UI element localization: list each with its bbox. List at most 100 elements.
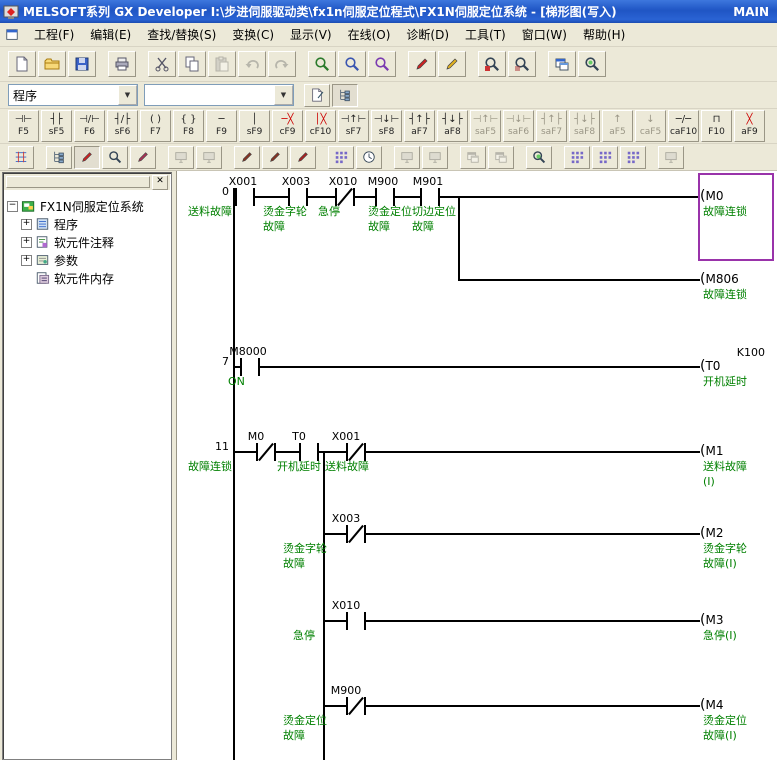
panel-drag-handle[interactable] [6, 176, 150, 188]
open-window-1-button [460, 146, 486, 169]
parallel-falling-pulse-button[interactable]: ┤↓├aF8 [437, 110, 468, 142]
menu-edit[interactable]: 编辑(E) [82, 24, 139, 45]
expand-icon[interactable]: + [21, 219, 32, 230]
copy-button[interactable] [178, 51, 206, 77]
horizontal-line-button[interactable]: ─F9 [206, 110, 237, 142]
zoom-monitor-start-button[interactable] [478, 51, 506, 77]
zoom-monitor-stop-button[interactable] [508, 51, 536, 77]
delete-horizontal-line-button[interactable]: ─╳cF9 [272, 110, 303, 142]
device-test-button[interactable] [620, 146, 646, 169]
menu-window[interactable]: 窗口(W) [514, 24, 575, 45]
parallel-rising-pulse-button[interactable]: ┤↑├aF7 [404, 110, 435, 142]
find-contact-coil-button[interactable] [102, 146, 128, 169]
expand-icon[interactable]: + [21, 237, 32, 248]
panel-close-button[interactable]: ✕ [152, 175, 168, 190]
monitor-stop-button [196, 146, 222, 169]
vertical-line-button[interactable]: │sF9 [239, 110, 270, 142]
contact-m0-nc[interactable] [256, 443, 276, 461]
contact-x010[interactable] [346, 612, 366, 630]
coil-m0[interactable]: (M0 [700, 188, 723, 204]
ladder-write-mode-button[interactable] [408, 51, 436, 77]
parallel-open-contact-button[interactable]: ┤├sF5 [41, 110, 72, 142]
collapse-icon[interactable]: − [7, 201, 18, 212]
cut-button[interactable] [148, 51, 176, 77]
coil-m806[interactable]: (M806 [700, 271, 739, 287]
contact-m900-nc[interactable] [346, 697, 366, 715]
contact-x001[interactable] [235, 188, 255, 206]
ladder-editor[interactable]: 0 X001 送料故障 X003 烫金字轮 故障 X010 急停 M900 烫金… [176, 171, 777, 760]
menu-convert[interactable]: 变换(C) [224, 24, 282, 45]
coil-t0[interactable]: (T0 [700, 358, 720, 374]
coil-m4[interactable]: (M4 [700, 697, 723, 713]
data-kind-combo[interactable]: 程序 ▼ [8, 84, 138, 106]
ladder-wire [323, 705, 700, 707]
print-button[interactable] [108, 51, 136, 77]
menu-view[interactable]: 显示(V) [282, 24, 340, 45]
coil-m1[interactable]: (M1 [700, 443, 723, 459]
program-check-button[interactable] [304, 84, 330, 107]
menu-diagnostics[interactable]: 诊断(D) [398, 24, 457, 45]
entry-data-monitor-button[interactable] [526, 146, 552, 169]
ladder-wire [458, 196, 460, 281]
chevron-down-icon[interactable]: ▼ [274, 85, 293, 105]
ladder-view-button[interactable] [8, 146, 34, 169]
mdi-child-icon[interactable] [4, 28, 20, 42]
comment-display-button[interactable] [74, 146, 100, 169]
coil-m3[interactable]: (M3 [700, 612, 723, 628]
draw-line-button[interactable]: ⊓F10 [701, 110, 732, 142]
project-tree-toggle-button[interactable] [332, 84, 358, 107]
coil-m2[interactable]: (M2 [700, 525, 723, 541]
open-contact-button[interactable]: ⊣⊢F5 [8, 110, 39, 142]
coil-button[interactable]: ( )F7 [140, 110, 171, 142]
tree-item-device-comment[interactable]: + 软元件注释 [7, 233, 169, 251]
remote-stop-button [422, 146, 448, 169]
data-kind-value: 程序 [9, 87, 118, 104]
expand-icon[interactable]: + [21, 255, 32, 266]
find-button[interactable] [308, 51, 336, 77]
tree-item-label: 软元件内存 [54, 270, 114, 287]
menu-find-replace[interactable]: 查找/替换(S) [139, 24, 224, 45]
program-list-button [658, 146, 684, 169]
menu-help[interactable]: 帮助(H) [575, 24, 633, 45]
tile-windows-button[interactable] [548, 51, 576, 77]
invert-operation-button[interactable]: ─/─caF10 [668, 110, 699, 142]
device-comment-edit-button[interactable] [130, 146, 156, 169]
note-edit-button[interactable] [262, 146, 288, 169]
falling-pulse-button[interactable]: ⊣↓⊢sF8 [371, 110, 402, 142]
application-instruction-button[interactable]: { }F8 [173, 110, 204, 142]
parallel-closed-contact-button[interactable]: ┤/├sF6 [107, 110, 138, 142]
menu-tools[interactable]: 工具(T) [457, 24, 514, 45]
rising-pulse-button[interactable]: ⊣↑⊢sF7 [338, 110, 369, 142]
tree-item-parameter[interactable]: + 参数 [7, 251, 169, 269]
delete-line-button[interactable]: ╳aF9 [734, 110, 765, 142]
ladder-insert-mode-button[interactable] [438, 51, 466, 77]
delete-vertical-line-button[interactable]: │╳cF10 [305, 110, 336, 142]
instruction-list-view-button[interactable] [46, 146, 72, 169]
menu-online[interactable]: 在线(O) [340, 24, 399, 45]
new-project-button[interactable] [8, 51, 36, 77]
device-batch-monitor-button[interactable] [564, 146, 590, 169]
device-comment: 送料故障 [188, 204, 232, 219]
open-project-button[interactable] [38, 51, 66, 77]
statement-edit-button[interactable] [234, 146, 260, 169]
clock-setting-button[interactable] [356, 146, 382, 169]
data-name-combo[interactable]: ▼ [144, 84, 294, 106]
buffer-memory-monitor-button[interactable] [592, 146, 618, 169]
contact-x003-nc[interactable] [346, 525, 366, 543]
device-memory-button[interactable] [328, 146, 354, 169]
tree-item-device-memory[interactable]: 软元件内存 [7, 269, 169, 287]
find-instruction-button[interactable] [368, 51, 396, 77]
device-comment: 切边定位 故障 [412, 204, 456, 234]
declaration-edit-button[interactable] [290, 146, 316, 169]
closed-contact-button[interactable]: ⊣/⊢F6 [74, 110, 105, 142]
find-device-button[interactable] [338, 51, 366, 77]
tree-root-project[interactable]: − FX1N伺服定位系统 [7, 197, 169, 215]
menu-project[interactable]: 工程(F) [26, 24, 82, 45]
gx-developer-window: MELSOFT系列 GX Developer I:\步进伺服驱动类\fx1n伺服… [0, 0, 777, 760]
chevron-down-icon[interactable]: ▼ [118, 85, 137, 105]
cross-reference-button[interactable] [578, 51, 606, 77]
save-project-button[interactable] [68, 51, 96, 77]
device-label: X010 [312, 599, 380, 612]
tree-item-program[interactable]: + 程序 [7, 215, 169, 233]
program-icon [35, 217, 50, 231]
